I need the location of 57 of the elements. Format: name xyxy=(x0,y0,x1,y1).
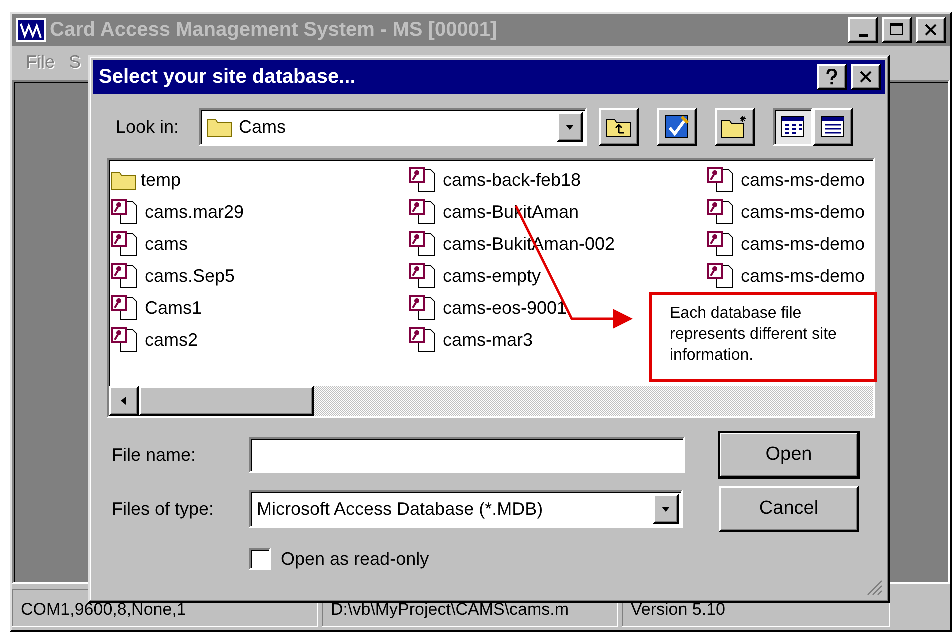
database-entry[interactable]: cams.Sep5 xyxy=(111,260,236,292)
cancel-button[interactable]: Cancel xyxy=(719,486,859,532)
database-entry[interactable]: cams-mar3 xyxy=(409,324,534,356)
database-entry[interactable]: cams-ms-demo xyxy=(707,164,866,196)
file-name-field[interactable] xyxy=(249,437,685,473)
scroll-thumb[interactable] xyxy=(139,386,314,416)
look-in-label: Look in: xyxy=(115,116,180,138)
file-type-value: Microsoft Access Database (*.MDB) xyxy=(257,498,544,520)
database-entry[interactable]: cams-eos-9001 xyxy=(409,292,568,324)
look-in-value: Cams xyxy=(239,116,288,138)
read-only-checkbox[interactable] xyxy=(249,548,271,570)
dropdown-arrow-icon xyxy=(566,123,574,131)
close-button[interactable] xyxy=(851,64,881,90)
callout-note: Each database file represents different site information. xyxy=(649,292,877,382)
database-entry[interactable]: cams-ms-demo xyxy=(707,260,866,292)
scroll-left-button[interactable] xyxy=(109,386,139,416)
database-entry[interactable]: Cams1 xyxy=(111,292,202,324)
minimize-icon xyxy=(858,34,868,36)
file-name-label: File name: xyxy=(111,444,198,466)
maximize-icon xyxy=(890,23,904,37)
scroll-left-icon xyxy=(120,397,128,405)
database-entry[interactable]: cams-back-feb18 xyxy=(409,164,582,196)
database-entry[interactable]: cams.mar29 xyxy=(111,196,244,228)
database-entry[interactable]: cams xyxy=(111,228,188,260)
app-logo-icon xyxy=(16,18,46,42)
resize-grip-icon[interactable] xyxy=(865,578,883,596)
database-entry[interactable]: cams-ms-demo xyxy=(707,228,866,260)
look-in-dropdown[interactable]: Cams xyxy=(199,108,587,146)
read-only-label: Open as read-only xyxy=(281,548,430,570)
close-button[interactable] xyxy=(916,17,946,43)
dialog-title: Select your site database... xyxy=(99,66,357,88)
new-folder-button[interactable] xyxy=(715,108,755,146)
window-title: Card Access Management System - MS [00001] xyxy=(50,18,498,42)
file-type-label: Files of type: xyxy=(111,498,216,520)
dropdown-button[interactable] xyxy=(557,112,583,142)
view-button[interactable] xyxy=(773,108,813,146)
up-folder-button[interactable] xyxy=(599,108,639,146)
folder-entry[interactable]: temp xyxy=(111,164,182,196)
list-view-icon xyxy=(781,116,805,138)
file-type-dropdown[interactable]: Microsoft Access Database (*.MDB) xyxy=(249,490,683,528)
close-icon xyxy=(860,71,872,83)
details-view-icon xyxy=(821,116,845,138)
question-mark-icon xyxy=(826,69,838,85)
close-icon xyxy=(925,24,937,36)
database-entry[interactable]: cams-ms-demo xyxy=(707,196,866,228)
favorites-icon xyxy=(664,114,690,140)
favorites-button[interactable] xyxy=(657,108,697,146)
dropdown-arrow-icon xyxy=(662,505,670,513)
maximize-button[interactable] xyxy=(882,17,912,43)
help-button[interactable] xyxy=(817,64,847,90)
horizontal-scrollbar[interactable] xyxy=(109,386,873,416)
open-button[interactable]: Open xyxy=(719,432,859,478)
database-entry[interactable]: cams2 xyxy=(111,324,198,356)
new-folder-icon xyxy=(721,115,749,139)
minimize-button[interactable] xyxy=(848,17,878,43)
dropdown-button[interactable] xyxy=(653,494,679,524)
database-entry[interactable]: cams-empty xyxy=(409,260,542,292)
